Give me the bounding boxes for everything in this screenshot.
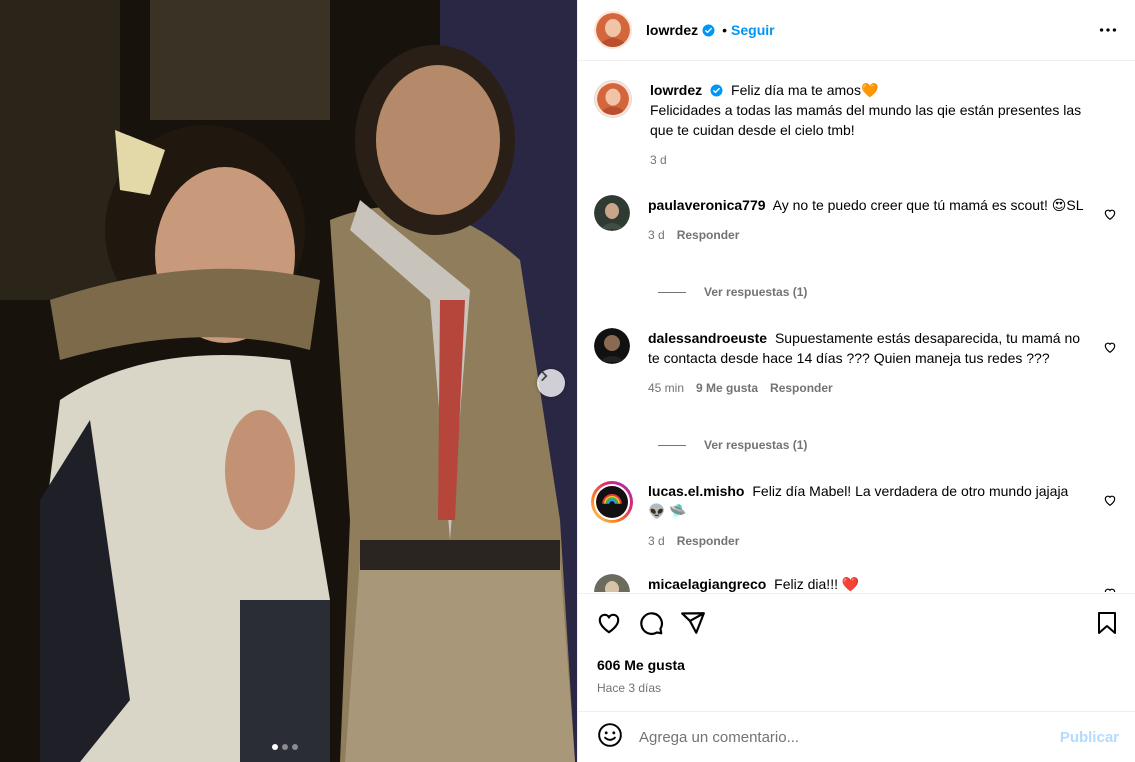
- view-replies-button[interactable]: Ver respuestas (1): [658, 438, 807, 452]
- comment-username[interactable]: dalessandroeuste: [648, 330, 767, 346]
- comment-input[interactable]: [639, 728, 1060, 746]
- view-replies-label: Ver respuestas (1): [704, 285, 808, 299]
- avatar-image: [597, 83, 629, 115]
- heart-icon[interactable]: [1103, 340, 1117, 354]
- caption-text: Feliz día ma te amos: [731, 82, 861, 98]
- comment-username[interactable]: lucas.el.misho: [648, 483, 744, 499]
- carousel-dot: [282, 744, 288, 750]
- author-avatar[interactable]: [594, 11, 632, 49]
- avatar-image: [596, 13, 630, 47]
- post-header: lowrdez • Seguir: [578, 0, 1135, 61]
- carousel-dot-active: [272, 744, 278, 750]
- publish-button[interactable]: Publicar: [1060, 729, 1119, 746]
- more-icon[interactable]: [1097, 19, 1119, 41]
- chevron-right-icon: [541, 371, 548, 381]
- comment-time[interactable]: 45 min: [648, 378, 684, 398]
- likes-count[interactable]: 606 Me gusta: [597, 657, 685, 673]
- carousel-dot: [292, 744, 298, 750]
- comment-text: Ay no te puedo creer que tú mamá es scou…: [772, 197, 1048, 213]
- heart-icon[interactable]: [1103, 586, 1117, 592]
- comment-time[interactable]: 3 d: [648, 531, 665, 551]
- comment-item: lucas.el.misho Feliz día Mabel! La verda…: [591, 481, 1119, 551]
- share-button[interactable]: [680, 610, 706, 641]
- view-replies-label: Ver respuestas (1): [704, 438, 808, 452]
- post-photo[interactable]: [0, 0, 577, 762]
- carousel-dots: [272, 744, 298, 750]
- save-button[interactable]: [1095, 610, 1119, 641]
- share-icon: [681, 612, 705, 634]
- replies-line: [658, 291, 686, 293]
- post-caption: lowrdez Feliz día ma te amos🧡 Felicidade…: [594, 80, 1119, 170]
- caption-emoji: 🧡: [860, 82, 879, 98]
- photo-illustration: [0, 0, 577, 762]
- caption-time[interactable]: 3 d: [650, 150, 667, 170]
- add-comment-bar: Publicar: [578, 711, 1135, 762]
- post-actions: 606 Me gusta Hace 3 días: [578, 593, 1135, 711]
- comment-button[interactable]: [638, 610, 664, 641]
- commenter-avatar[interactable]: [594, 195, 630, 231]
- comment-likes[interactable]: 9 Me gusta: [696, 378, 758, 398]
- separator-dot: •: [722, 22, 728, 38]
- comment-username[interactable]: paulaveronica779: [648, 197, 766, 213]
- replies-line: [658, 444, 686, 446]
- comment-item: dalessandroeuste Supuestamente estás des…: [594, 328, 1119, 398]
- comments-list[interactable]: lowrdez Feliz día ma te amos🧡 Felicidade…: [578, 62, 1135, 592]
- verified-icon: [702, 24, 715, 36]
- follow-button[interactable]: Seguir: [731, 22, 775, 38]
- commenter-avatar[interactable]: [594, 574, 630, 592]
- bookmark-icon: [1098, 612, 1116, 634]
- comment-item: paulaveronica779 Ay no te puedo creer qu…: [594, 195, 1119, 245]
- post-side-panel: lowrdez • Seguir lowrdez Feliz día ma te…: [577, 0, 1135, 762]
- reply-button[interactable]: Responder: [770, 378, 833, 398]
- commenter-avatar[interactable]: [594, 328, 630, 364]
- emoji-button[interactable]: [597, 722, 623, 753]
- caption-username[interactable]: lowrdez: [650, 82, 702, 98]
- next-slide-button[interactable]: [537, 369, 565, 397]
- comment-icon: [640, 612, 663, 635]
- caption-rest: Felicidades a todas las mamás del mundo …: [650, 102, 1082, 138]
- comment-text-emoji: 😍SL: [1051, 197, 1084, 213]
- comment-username[interactable]: micaelagiangreco: [648, 576, 766, 592]
- reply-button[interactable]: Responder: [677, 225, 740, 245]
- author-avatar[interactable]: [594, 80, 632, 118]
- like-button[interactable]: [596, 610, 622, 641]
- heart-icon[interactable]: [1103, 207, 1117, 221]
- comment-item: micaelagiangreco Feliz dia!!! ❤️: [594, 574, 1119, 592]
- comment-text: Feliz dia!!! ❤️: [774, 576, 860, 592]
- verified-icon: [710, 84, 723, 97]
- heart-icon: [598, 613, 620, 634]
- comment-time[interactable]: 3 d: [648, 225, 665, 245]
- view-replies-button[interactable]: Ver respuestas (1): [658, 285, 807, 299]
- reply-button[interactable]: Responder: [677, 531, 740, 551]
- emoji-icon: [598, 722, 622, 747]
- post-timestamp: Hace 3 días: [597, 681, 662, 695]
- story-ring[interactable]: [591, 481, 633, 523]
- heart-icon[interactable]: [1103, 493, 1117, 507]
- commenter-avatar: [594, 484, 630, 520]
- author-username[interactable]: lowrdez: [646, 22, 698, 38]
